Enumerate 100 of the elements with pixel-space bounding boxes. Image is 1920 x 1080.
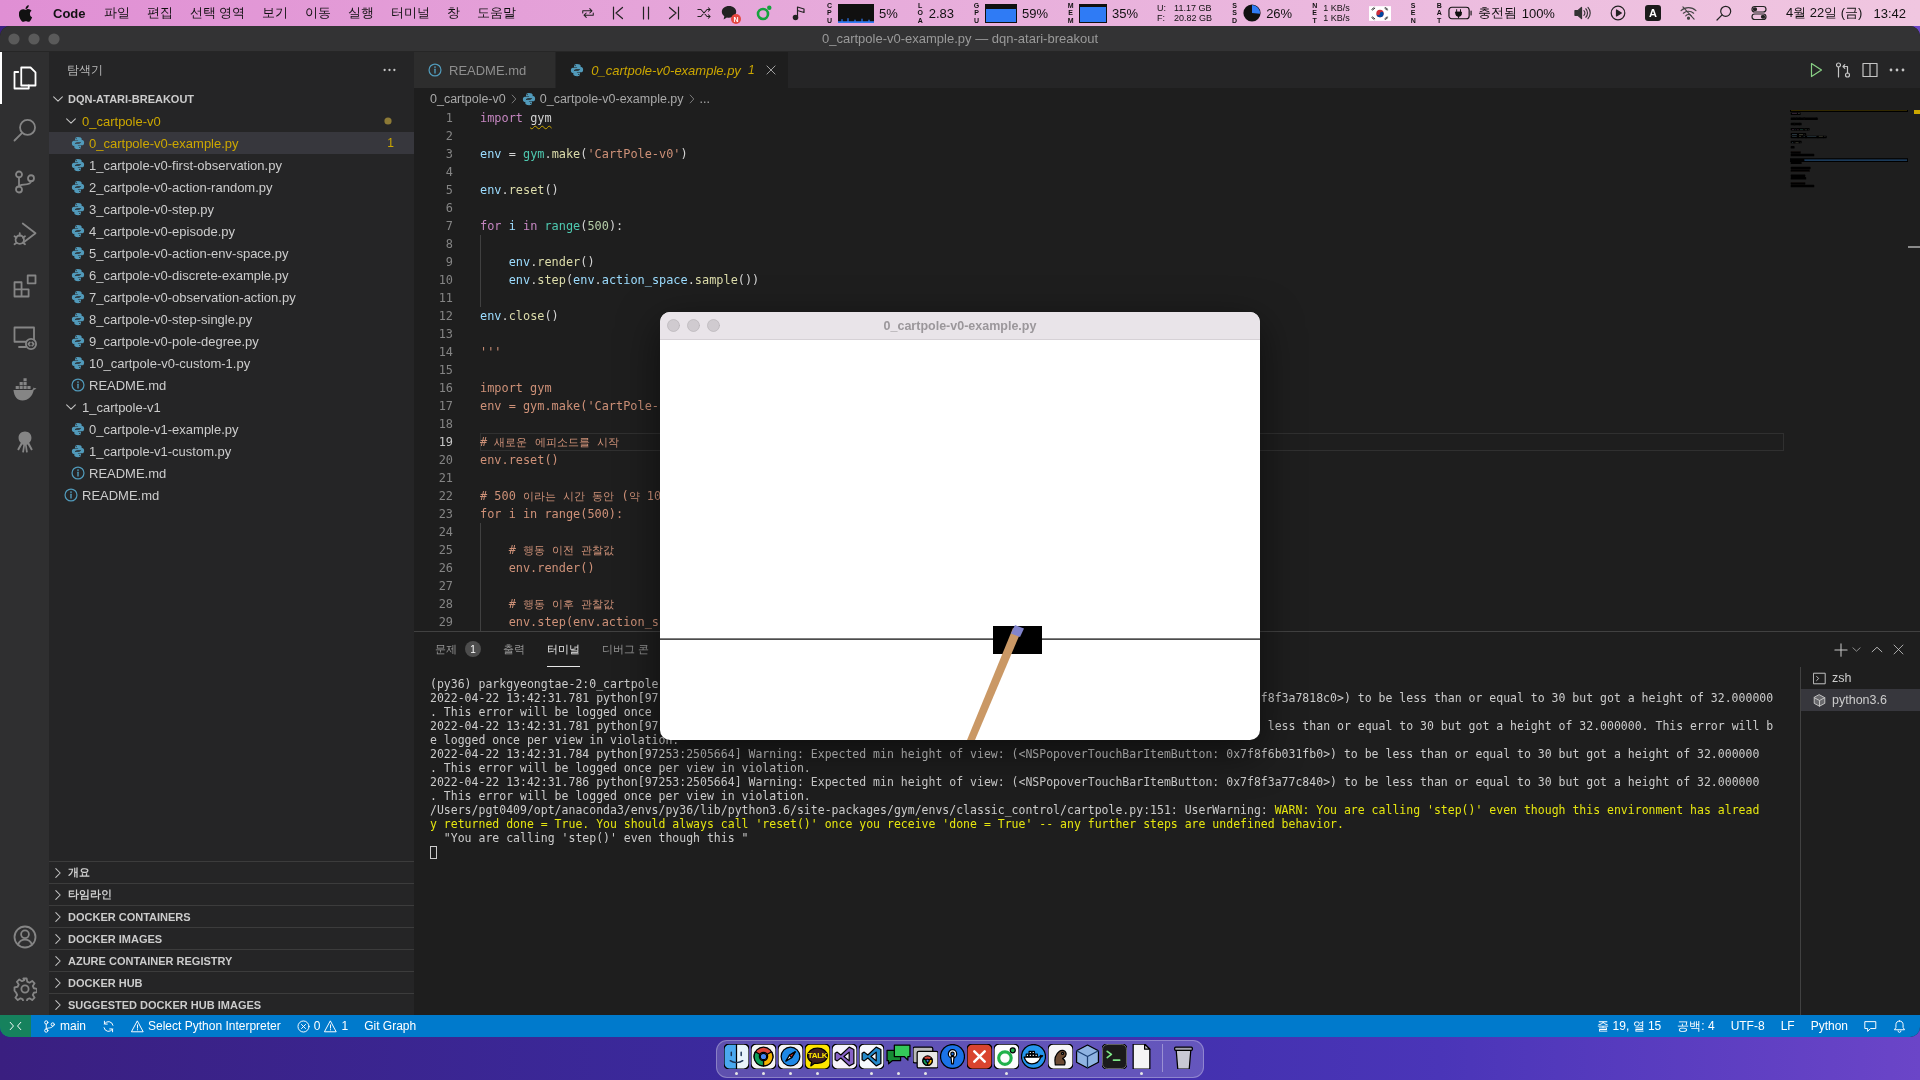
split-editor-icon[interactable] xyxy=(1862,62,1878,78)
tree-item[interactable]: 0_cartpole-v0-example.py 1 xyxy=(49,132,414,154)
time-text[interactable]: 13:42 xyxy=(1873,5,1906,21)
menu-item[interactable]: 선택 영역 xyxy=(189,4,246,22)
wifi-off-icon[interactable] xyxy=(1679,6,1697,20)
menu-item[interactable]: 창 xyxy=(447,4,461,22)
status-bar-item[interactable]: UTF-8 xyxy=(1722,1015,1773,1037)
section-header[interactable]: DOCKER IMAGES xyxy=(49,927,414,949)
status-bar-item[interactable]: 줄 19, 열 15 xyxy=(1589,1015,1670,1037)
tree-item[interactable]: 1_cartpole-v1-custom.py xyxy=(49,440,414,462)
maximize-icon[interactable] xyxy=(1871,646,1883,653)
section-header[interactable]: 개요 xyxy=(49,861,414,883)
cube-icon[interactable] xyxy=(1075,1044,1100,1069)
section-header[interactable]: AZURE CONTAINER REGISTRY xyxy=(49,949,414,971)
sync-icon[interactable] xyxy=(102,1019,115,1033)
terminal-icon[interactable] xyxy=(1102,1044,1127,1069)
tree-item[interactable]: 7_cartpole-v0-observation-action.py xyxy=(49,286,414,308)
menu-item[interactable]: 터미널 xyxy=(391,4,431,22)
more-icon[interactable] xyxy=(1889,68,1905,72)
flag-icon[interactable] xyxy=(1368,5,1391,21)
panel-tab[interactable]: 출력 xyxy=(503,632,525,667)
close-icon[interactable] xyxy=(765,65,776,75)
menu-item[interactable]: 파일 xyxy=(103,4,130,22)
editor-tab[interactable]: README.md xyxy=(414,52,557,88)
source-control-icon[interactable] xyxy=(12,170,37,194)
section-header[interactable]: 타임라인 xyxy=(49,883,414,905)
tree-item[interactable]: 1_cartpole-v1 xyxy=(49,396,414,418)
trash-icon[interactable] xyxy=(1171,1044,1196,1069)
run-icon[interactable] xyxy=(1808,62,1824,78)
status-bar-item[interactable]: Python xyxy=(1802,1015,1856,1037)
compass-icon[interactable] xyxy=(778,1044,803,1069)
window-stack-icon[interactable] xyxy=(913,1044,938,1069)
menu-item[interactable]: 실행 xyxy=(348,4,375,22)
chat-bubble-icon[interactable] xyxy=(720,5,737,21)
add-icon[interactable] xyxy=(1834,642,1848,657)
ring-icon[interactable] xyxy=(994,1044,1019,1069)
explorer-icon[interactable] xyxy=(12,66,37,90)
skip-forward-icon[interactable] xyxy=(668,6,681,20)
breadcrumb-item[interactable]: ... xyxy=(699,91,710,106)
tree-item[interactable]: README.md xyxy=(49,374,414,396)
music-note-icon[interactable] xyxy=(790,5,807,21)
folder-header[interactable]: DQN-ATARI-BREAKOUT xyxy=(49,88,414,110)
pause-icon[interactable] xyxy=(641,6,652,20)
shuffle-icon[interactable] xyxy=(697,6,712,20)
tree-item[interactable]: 4_cartpole-v0-episode.py xyxy=(49,220,414,242)
tree-item[interactable]: 0_cartpole-v1-example.py xyxy=(49,418,414,440)
tree-item[interactable]: README.md xyxy=(49,462,414,484)
more-icon[interactable] xyxy=(383,68,396,72)
whale-icon[interactable] xyxy=(1021,1044,1046,1069)
color-wheel-icon[interactable] xyxy=(751,1044,776,1069)
menu-item[interactable]: 보기 xyxy=(262,4,289,22)
menu-item[interactable]: 편집 xyxy=(146,4,173,22)
menu-item[interactable]: 도움말 xyxy=(477,4,517,22)
speaker-icon[interactable] xyxy=(1573,6,1591,20)
section-header[interactable]: DOCKER CONTAINERS xyxy=(49,905,414,927)
section-header[interactable]: DOCKER HUB xyxy=(49,971,414,993)
repeat-icon[interactable] xyxy=(581,6,596,20)
cross-tile-icon[interactable] xyxy=(967,1044,992,1069)
caret-icon[interactable] xyxy=(1852,647,1861,652)
tree-item[interactable]: README.md xyxy=(49,484,414,506)
editor-tab[interactable]: 0_cartpole-v0-example.py 1 xyxy=(556,52,789,88)
date-text[interactable]: 4월 22일 (금) xyxy=(1785,4,1863,22)
skip-back-icon[interactable] xyxy=(612,6,625,20)
face-tile-icon[interactable] xyxy=(724,1044,749,1069)
panel-tab[interactable]: 문제 1 xyxy=(435,632,481,667)
extensions-icon[interactable] xyxy=(12,274,37,298)
settings-icon[interactable] xyxy=(12,977,37,1001)
tree-item[interactable]: 10_cartpole-v0-custom-1.py xyxy=(49,352,414,374)
tree-item[interactable]: 3_cartpole-v0-step.py xyxy=(49,198,414,220)
panel-tab[interactable]: 디버그 콘 xyxy=(602,632,650,667)
status-bar-item[interactable]: LF xyxy=(1772,1015,1803,1037)
tree-item[interactable]: 1_cartpole-v0-first-observation.py xyxy=(49,154,414,176)
feedback-icon[interactable] xyxy=(1864,1019,1877,1033)
search-icon[interactable] xyxy=(1715,5,1732,21)
input-source-button[interactable]: A xyxy=(1644,5,1661,21)
close-icon[interactable] xyxy=(1893,644,1904,655)
interpreter-button[interactable]: Select Python Interpreter xyxy=(123,1015,289,1037)
apple-icon[interactable] xyxy=(19,4,33,22)
ribbon-tile-icon[interactable] xyxy=(832,1044,857,1069)
tree-item[interactable]: 9_cartpole-v0-pole-degree.py xyxy=(49,330,414,352)
compare-changes-icon[interactable] xyxy=(1835,62,1851,78)
remote-explorer-icon[interactable] xyxy=(12,326,37,350)
notifications-icon[interactable] xyxy=(1893,1019,1906,1033)
problems-button[interactable]: 0 1 xyxy=(288,1015,357,1037)
remote-button[interactable] xyxy=(0,1015,31,1037)
tree-item[interactable]: 6_cartpole-v0-discrete-example.py xyxy=(49,264,414,286)
app-menu[interactable]: Code xyxy=(53,5,86,21)
menu-item[interactable]: 이동 xyxy=(305,4,332,22)
tree-item[interactable]: 0_cartpole-v0 xyxy=(49,110,414,132)
run-debug-icon[interactable] xyxy=(12,222,37,246)
battery-charging-icon[interactable] xyxy=(1447,6,1473,20)
branch-button[interactable]: main xyxy=(35,1015,94,1037)
speech-bubble-icon[interactable] xyxy=(805,1044,830,1069)
map-pin-icon[interactable] xyxy=(940,1044,965,1069)
breadcrumb-item[interactable]: 0_cartpole-v0 xyxy=(430,91,506,106)
status-bar-item[interactable]: Git Graph xyxy=(356,1015,425,1037)
play-circle-icon[interactable] xyxy=(1609,5,1626,21)
ribbon-tile-icon[interactable] xyxy=(859,1044,884,1069)
tree-item[interactable]: 2_cartpole-v0-action-random.py xyxy=(49,176,414,198)
terminal-item[interactable]: python3.6 xyxy=(1801,689,1920,711)
